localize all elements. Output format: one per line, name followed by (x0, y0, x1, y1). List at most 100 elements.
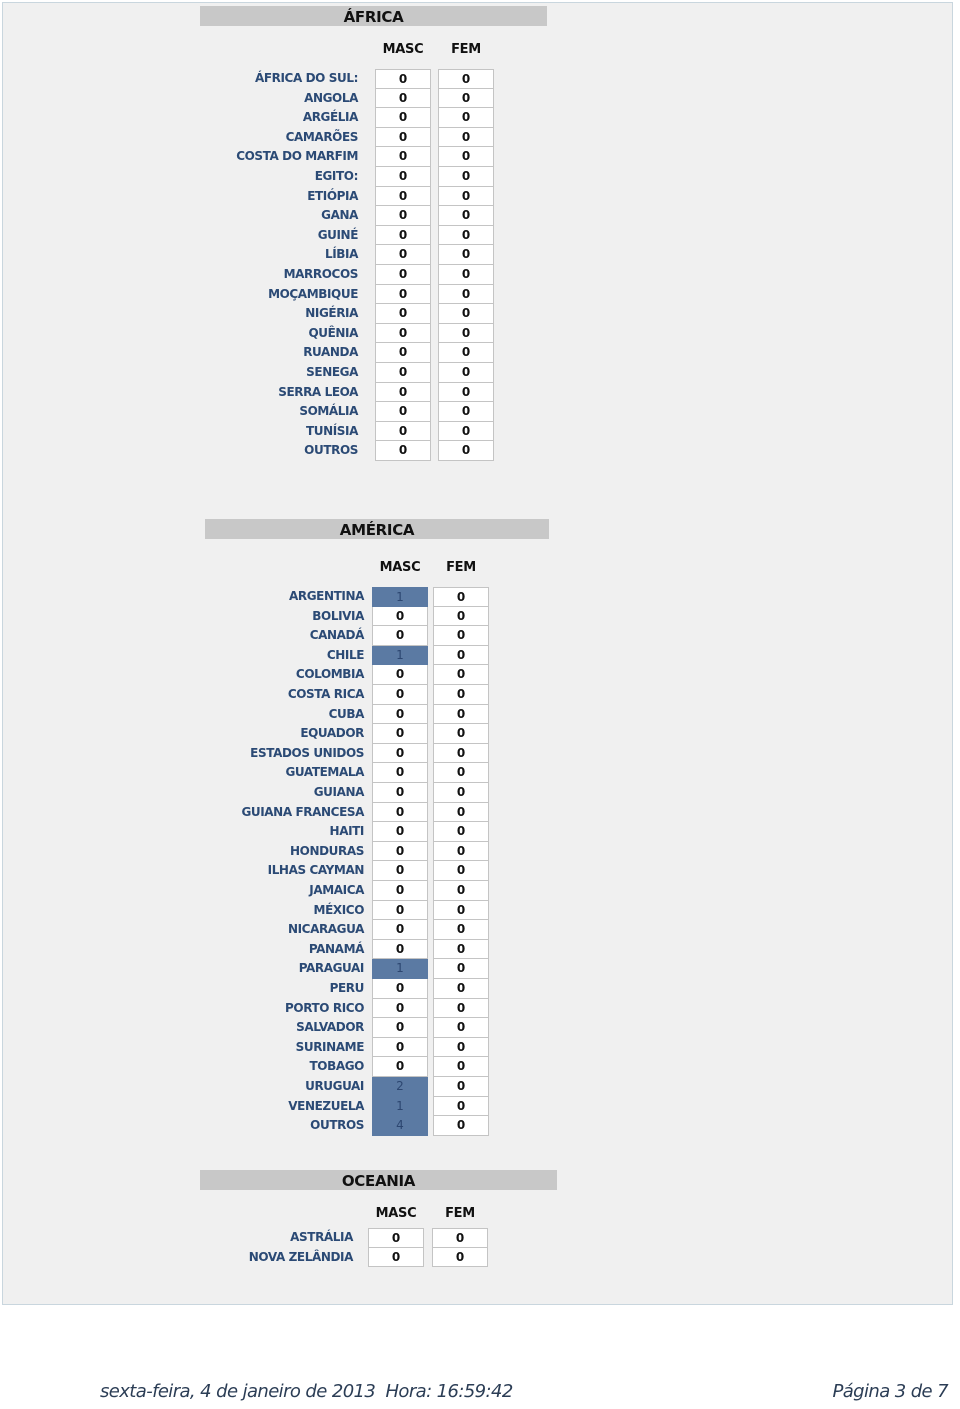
country-label: CUBA (328, 706, 365, 721)
country-label: ESTADOS UNIDOS (250, 745, 364, 760)
table-row: SOMÁLIA 0 0 (0, 402, 960, 422)
masc-value-cell: 0 (375, 225, 431, 246)
fem-value-cell: 0 (438, 265, 494, 285)
country-label: ARGÉLIA (302, 110, 359, 125)
fem-value-cell: 0 (433, 881, 489, 901)
fem-value-cell: 0 (438, 245, 494, 265)
table-row: PARAGUAI 1 0 (0, 959, 960, 979)
country-label: PORTO RICO (285, 1000, 364, 1015)
fem-value-cell: 0 (432, 1247, 488, 1268)
country-label: ÁFRICA DO SUL: (254, 71, 358, 85)
fem-value-cell: 0 (433, 959, 489, 979)
country-label: TOBAGO (309, 1059, 365, 1074)
fem-value-cell: 0 (438, 304, 494, 324)
masc-value-cell: 0 (375, 69, 431, 89)
masc-value-cell: 0 (375, 284, 431, 305)
table-row: URUGUAI 2 0 (0, 1077, 960, 1097)
masc-value-cell: 0 (372, 998, 428, 1019)
masc-value-cell: 1 (372, 645, 428, 666)
country-label: COLOMBIA (295, 667, 364, 682)
table-row: ASTRÁLIA 0 0 (0, 1228, 960, 1248)
table-row: CAMARÕES 0 0 (0, 127, 960, 148)
table-row: CHILE 1 0 (0, 645, 960, 666)
masc-value-cell: 0 (372, 724, 428, 744)
masc-value-cell: 0 (372, 881, 428, 901)
country-label: LÍBIA (324, 247, 358, 262)
table-row: TOBAGO 0 0 (0, 1057, 960, 1077)
fem-value-cell: 0 (433, 920, 489, 940)
masc-value-cell: 0 (375, 167, 431, 187)
masc-value-cell: 0 (372, 802, 428, 823)
table-row: OUTROS 0 0 (0, 441, 960, 461)
masc-value-cell: 0 (372, 665, 428, 685)
country-label: SURINAME (295, 1039, 365, 1054)
country-label: OUTROS (304, 443, 358, 458)
country-label: NOVA ZELÂNDIA (248, 1249, 354, 1264)
table-row: GANA 0 0 (0, 206, 960, 226)
table-row: COSTA RICA 0 0 (0, 685, 960, 705)
masc-value-cell: 0 (372, 606, 428, 627)
table-row: EGITO: 0 0 (0, 167, 960, 187)
fem-value-cell: 0 (433, 861, 489, 881)
table-row: SALVADOR 0 0 (0, 1018, 960, 1038)
fem-value-cell: 0 (438, 323, 494, 344)
fem-value-cell: 0 (438, 167, 494, 187)
country-label: GUIANA FRANCESA (241, 804, 364, 819)
table-row: QUÊNIA 0 0 (0, 323, 960, 344)
country-label: HONDURAS (290, 843, 364, 858)
country-label: BOLIVIA (312, 608, 364, 623)
table-row: SURINAME 0 0 (0, 1037, 960, 1058)
fem-value-cell: 0 (438, 206, 494, 226)
fem-value-cell: 0 (438, 382, 494, 403)
masc-value-cell: 0 (372, 939, 428, 960)
table-row: NICARAGUA 0 0 (0, 920, 960, 940)
masc-value-cell: 0 (372, 900, 428, 921)
fem-value-cell: 0 (438, 127, 494, 148)
country-label: COSTA RICA (287, 687, 365, 701)
fem-value-cell: 0 (438, 108, 494, 128)
country-label: GUIANA (313, 785, 365, 799)
fem-value-cell: 0 (433, 645, 489, 666)
fem-value-cell: 0 (433, 1077, 489, 1097)
table-row: HONDURAS 0 0 (0, 841, 960, 862)
table-row: ETIÓPIA 0 0 (0, 186, 960, 207)
fem-value-cell: 0 (433, 626, 489, 646)
fem-value-cell: 0 (433, 606, 489, 627)
country-label: GUATEMALA (285, 765, 364, 780)
masc-value-cell: 0 (375, 206, 431, 226)
fem-value-cell: 0 (433, 1116, 489, 1136)
country-label: HAITI (329, 824, 365, 839)
country-label: SALVADOR (296, 1020, 364, 1035)
fem-value-cell: 0 (433, 685, 489, 705)
country-label: NIGÉRIA (305, 306, 358, 321)
table-row: LÍBIA 0 0 (0, 245, 960, 265)
country-label: QUÊNIA (308, 325, 358, 340)
masc-value-cell: 0 (372, 920, 428, 940)
table-row: ÁFRICA DO SUL: 0 0 (0, 69, 960, 89)
country-label: PANAMÁ (308, 941, 365, 956)
section-title-oceania: OCEANIA (200, 1170, 557, 1190)
fem-value-cell: 0 (433, 998, 489, 1019)
table-row: MARROCOS 0 0 (0, 265, 960, 285)
table-row: MÉXICO 0 0 (0, 900, 960, 921)
fem-value-cell: 0 (433, 822, 489, 842)
fem-value-cell: 0 (432, 1228, 488, 1248)
masc-value-cell: 1 (372, 1096, 428, 1117)
masc-value-cell: 0 (375, 186, 431, 207)
fem-value-cell: 0 (433, 1096, 489, 1117)
country-label: EGITO: (314, 169, 359, 183)
fem-value-cell: 0 (438, 284, 494, 305)
masc-value-cell: 1 (372, 587, 428, 607)
fem-value-cell: 0 (438, 88, 494, 109)
masc-value-cell: 0 (375, 323, 431, 344)
country-label: ANGOLA (304, 90, 358, 105)
country-label: MÉXICO (313, 902, 365, 917)
table-row: GUIANA FRANCESA 0 0 (0, 802, 960, 823)
table-row: BOLIVIA 0 0 (0, 606, 960, 627)
table-row: COSTA DO MARFIM 0 0 (0, 147, 960, 167)
country-label: PERU (329, 981, 365, 995)
column-header-masc: MASC (379, 560, 421, 575)
table-row: ARGÉLIA 0 0 (0, 108, 960, 128)
masc-value-cell: 0 (375, 127, 431, 148)
country-label: JAMAICA (309, 883, 364, 897)
